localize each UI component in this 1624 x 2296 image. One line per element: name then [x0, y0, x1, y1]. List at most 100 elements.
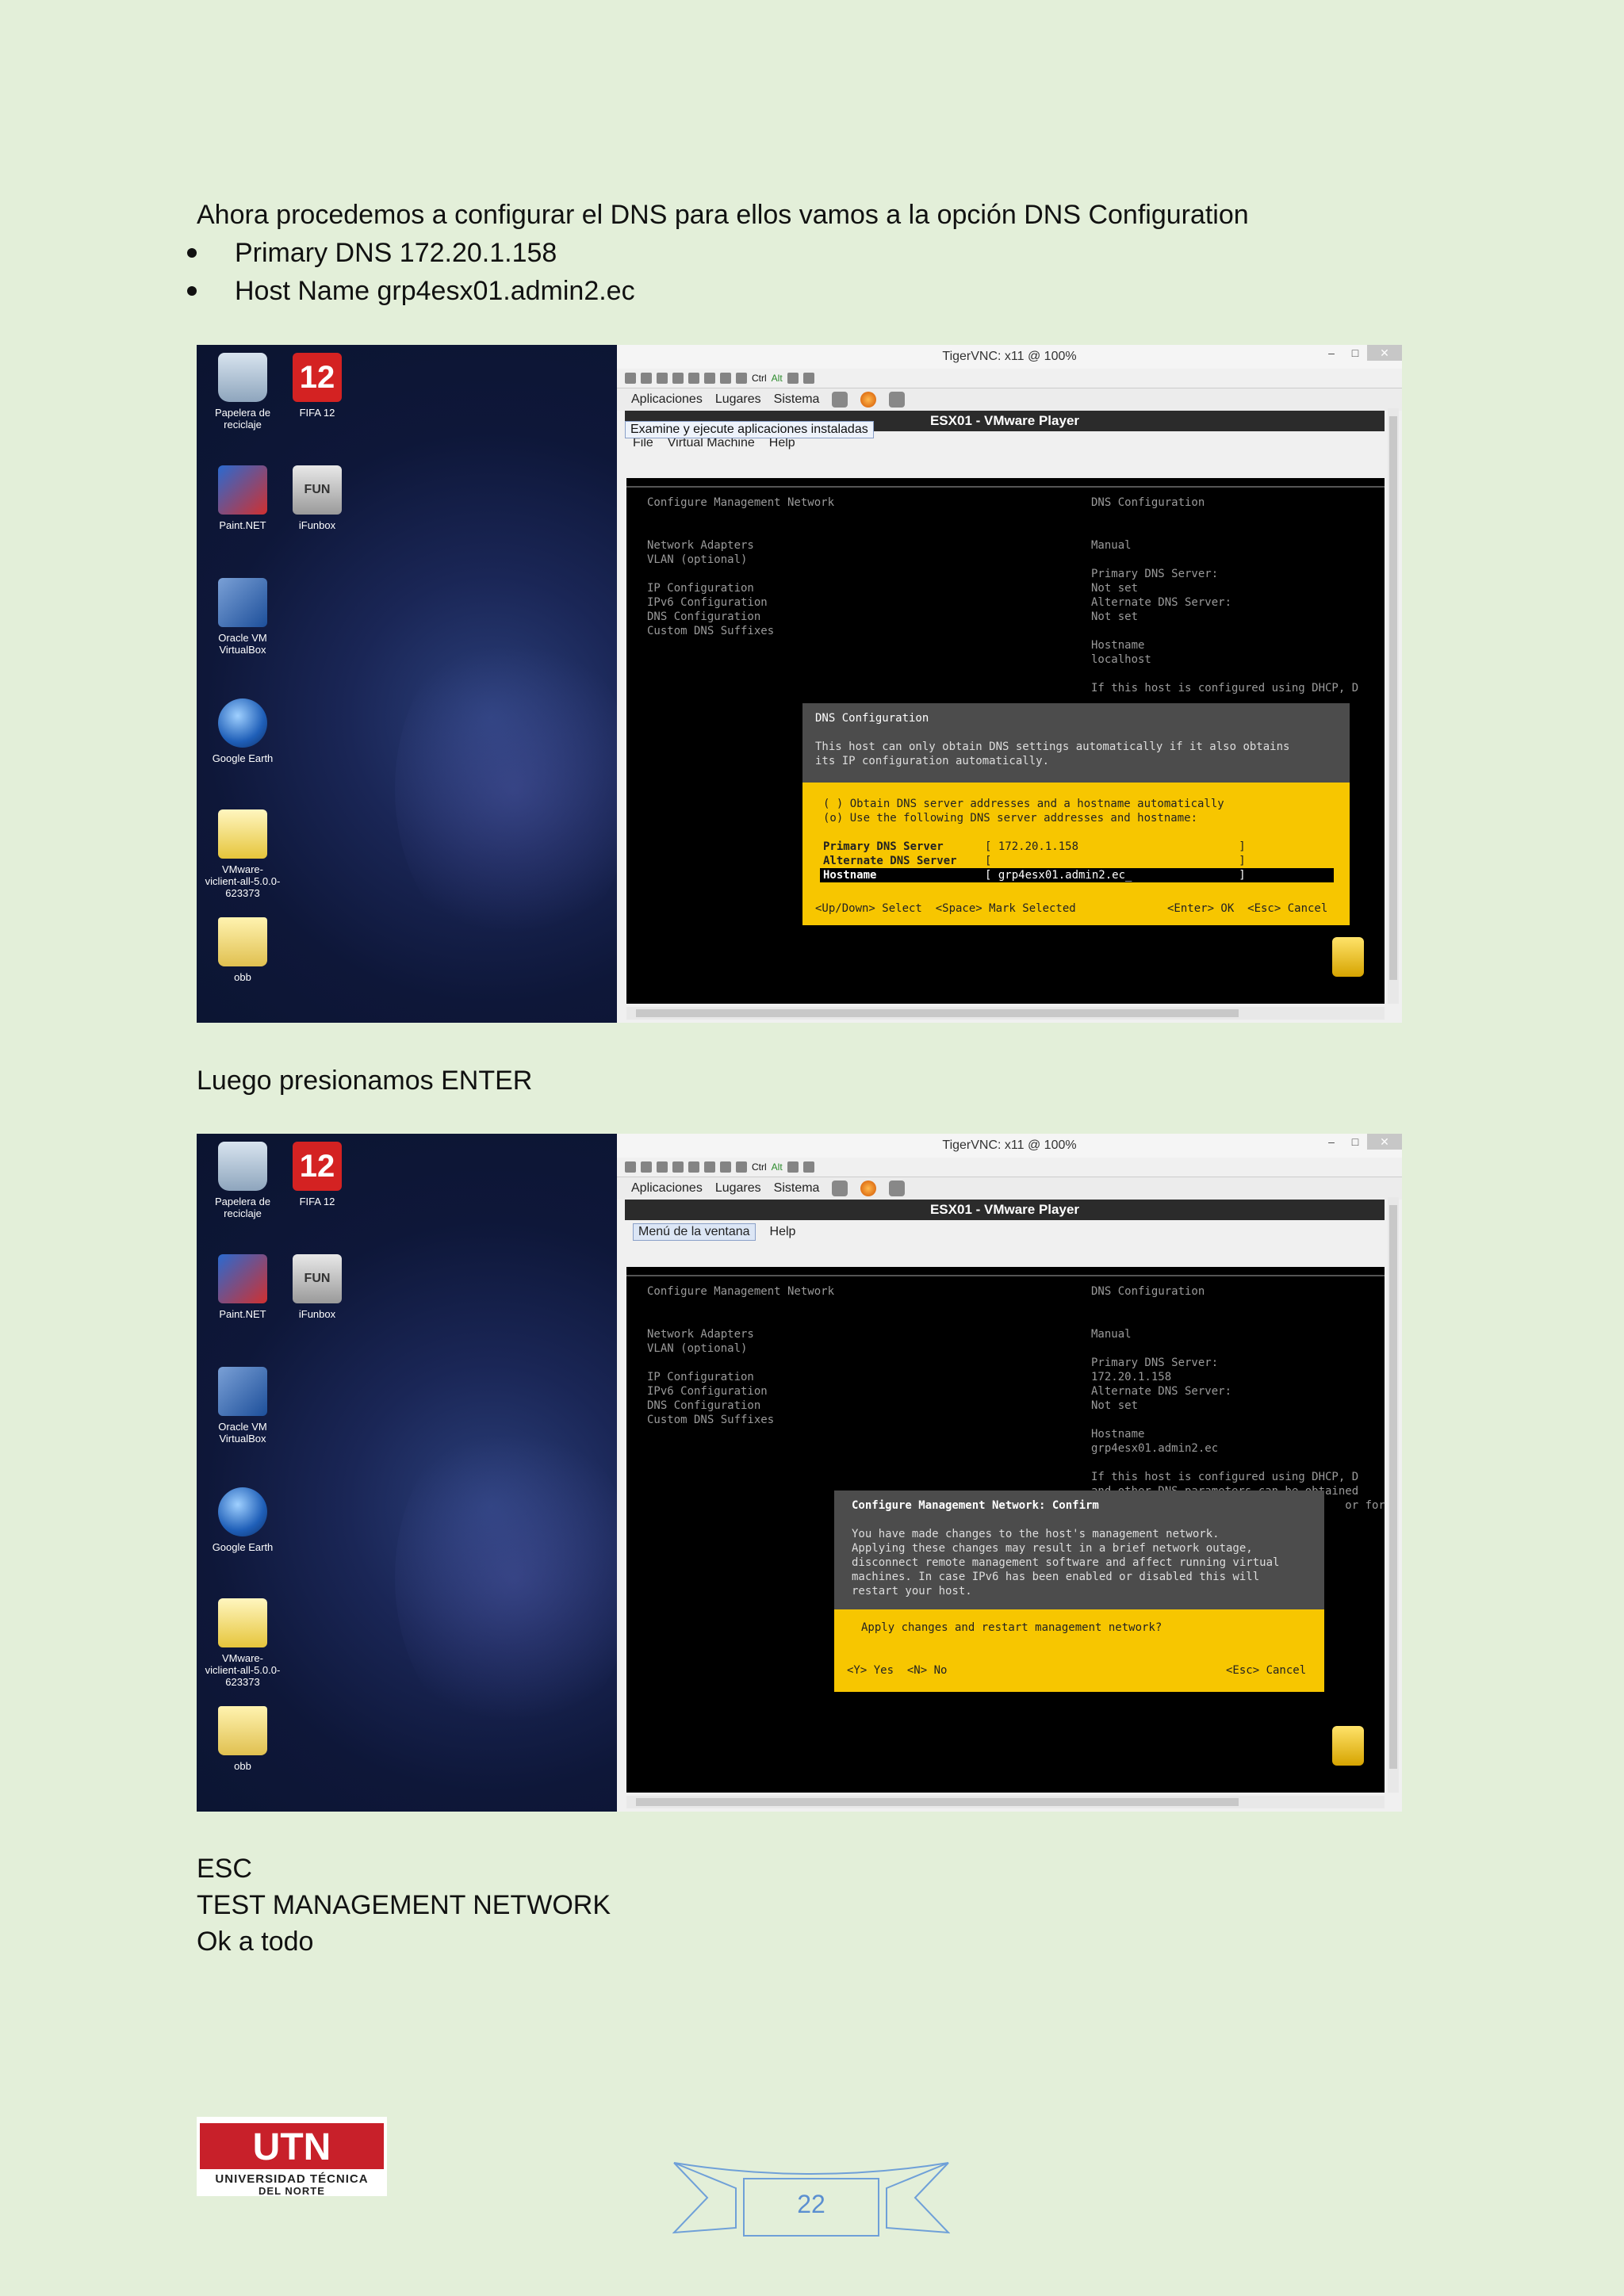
desktop-icon-recycle-bin[interactable]: Papelera de reciclaje	[205, 353, 281, 430]
menu-aplicaciones[interactable]: Aplicaciones	[631, 392, 703, 407]
menu-lugares[interactable]: Lugares	[715, 392, 761, 407]
hostname-field[interactable]: [ grp4esx01.admin2.ec_ ]	[985, 868, 1246, 882]
toolbar-icon[interactable]	[625, 373, 636, 384]
window-title: TigerVNC: x11 @ 100%	[942, 350, 1077, 363]
info-line: Primary DNS Server:	[1091, 1357, 1219, 1369]
toolbar-icon[interactable]	[736, 373, 747, 384]
ctrl-button[interactable]: Ctrl	[752, 1161, 767, 1173]
info-line: grp4esx01.admin2.ec	[1091, 1442, 1219, 1455]
menu-item: IP Configuration	[647, 582, 754, 595]
menu-help[interactable]: Help	[770, 1225, 796, 1239]
info-line: Not set	[1091, 1399, 1139, 1412]
bullet-dot	[187, 286, 197, 296]
zoom-out-icon[interactable]	[704, 373, 715, 384]
toolbar-icon[interactable]	[787, 373, 799, 384]
trash-icon	[218, 353, 267, 402]
firefox-icon[interactable]	[860, 392, 877, 408]
network-icon[interactable]	[889, 1181, 906, 1196]
toolbar-icon[interactable]	[672, 1161, 684, 1173]
ctrl-button[interactable]: Ctrl	[752, 373, 767, 384]
toolbar-icon[interactable]	[736, 1161, 747, 1173]
toolbar-icon[interactable]	[787, 1161, 799, 1173]
tigervnc-window: TigerVNC: x11 @ 100% – □ ✕ Ctrl Alt Aplica…	[617, 1134, 1402, 1812]
menu-aplicaciones[interactable]: Aplicaciones	[631, 1181, 703, 1196]
alt-button[interactable]: Alt	[772, 1161, 783, 1173]
desktop-icon-ifunbox[interactable]: FUN iFunbox	[279, 465, 355, 531]
maximize-icon[interactable]: □	[1343, 345, 1367, 361]
horizontal-scrollbar[interactable]	[626, 1007, 1385, 1020]
desktop-icon-google-earth[interactable]: Google Earth	[205, 698, 281, 764]
desktop-icon-fifa[interactable]: 12 FIFA 12	[279, 1142, 355, 1207]
toolbar-icon[interactable]	[720, 373, 731, 384]
vertical-scrollbar[interactable]	[1388, 408, 1399, 1004]
primary-dns-field[interactable]: [ 172.20.1.158 ]	[985, 840, 1246, 854]
menu-item: Custom DNS Suffixes	[647, 625, 775, 637]
desktop-icon-vmware-client[interactable]: VMware-viclient-all-5.0.0-623373	[205, 1598, 281, 1688]
network-icon[interactable]	[889, 392, 906, 408]
menu-item: Network Adapters	[647, 539, 754, 552]
terminal-icon[interactable]	[832, 1181, 848, 1196]
info-line: Primary DNS Server:	[1091, 568, 1219, 580]
dialog-desc: You have made changes to the host's mana…	[852, 1528, 1220, 1540]
toolbar-icon[interactable]	[657, 1161, 668, 1173]
menu-sistema[interactable]: Sistema	[774, 392, 820, 407]
menu-lugares[interactable]: Lugares	[715, 1181, 761, 1196]
menu-item: Network Adapters	[647, 1328, 754, 1341]
desktop-icon-recycle-bin[interactable]: Papelera de reciclaje	[205, 1142, 281, 1219]
desktop-icon-vmware-client[interactable]: VMware-viclient-all-5.0.0-623373	[205, 809, 281, 899]
desktop-icon-google-earth[interactable]: Google Earth	[205, 1487, 281, 1553]
save-icon[interactable]	[802, 1161, 814, 1173]
toolbar-icon[interactable]	[641, 373, 652, 384]
minimize-icon[interactable]: –	[1320, 1134, 1343, 1150]
zoom-out-icon[interactable]	[704, 1161, 715, 1173]
console-header-left: Configure Management Network	[647, 1285, 835, 1298]
menu-sistema[interactable]: Sistema	[774, 1181, 820, 1196]
maximize-icon[interactable]: □	[1343, 1134, 1367, 1150]
radio-option-auto[interactable]: ( ) Obtain DNS server addresses and a ho…	[823, 797, 1224, 811]
paint-icon	[218, 1254, 267, 1303]
screenshot-dns-configuration: Papelera de reciclaje 12 FIFA 12 Paint.NE…	[197, 345, 1402, 1023]
desktop-icon-obb[interactable]: obb	[205, 1706, 281, 1772]
desktop-icon-paintnet[interactable]: Paint.NET	[205, 465, 281, 531]
close-icon[interactable]: ✕	[1367, 1134, 1402, 1150]
window-title: TigerVNC: x11 @ 100%	[942, 1138, 1077, 1152]
bullet-text: Primary DNS 172.20.1.158	[235, 238, 557, 268]
confirm-dialog-header: Configure Management Network: Confirm Yo…	[834, 1490, 1324, 1609]
desktop-icon-paintnet[interactable]: Paint.NET	[205, 1254, 281, 1320]
close-icon[interactable]: ✕	[1367, 345, 1402, 361]
save-icon[interactable]	[802, 373, 814, 384]
radio-option-manual[interactable]: (o) Use the following DNS server address…	[823, 811, 1197, 825]
dialog-footer-actions[interactable]: <Enter> OK <Esc> Cancel	[1167, 901, 1327, 916]
logo-text-line1: UNIVERSIDAD TÉCNICA	[215, 2172, 369, 2186]
toolbar-icon[interactable]	[625, 1161, 636, 1173]
dns-config-dialog-body: ( ) Obtain DNS server addresses and a ho…	[802, 783, 1350, 894]
alternate-dns-field[interactable]: [ ]	[985, 854, 1246, 868]
info-line: Hostname	[1091, 1428, 1145, 1441]
terminal-icon[interactable]	[832, 392, 848, 408]
toolbar-icon[interactable]	[720, 1161, 731, 1173]
window-menu-button[interactable]: Menú de la ventana	[633, 1223, 756, 1241]
zoom-in-icon[interactable]	[688, 373, 699, 384]
logo-text-line2: DEL NORTE	[259, 2185, 325, 2197]
alternate-dns-label: Alternate DNS Server	[823, 855, 957, 867]
yes-no-keys[interactable]: <Y> Yes <N> No	[847, 1663, 947, 1678]
alt-button[interactable]: Alt	[772, 373, 783, 384]
desktop-icon-obb[interactable]: obb	[205, 917, 281, 983]
zoom-in-icon[interactable]	[688, 1161, 699, 1173]
toolbar-icon[interactable]	[641, 1161, 652, 1173]
firefox-icon[interactable]	[860, 1181, 877, 1196]
vnc-titlebar: TigerVNC: x11 @ 100% – □ ✕	[617, 345, 1402, 369]
horizontal-scrollbar[interactable]	[626, 1796, 1385, 1808]
vertical-scrollbar[interactable]	[1388, 1197, 1399, 1793]
toolbar-icon[interactable]	[672, 373, 684, 384]
desktop-icon-ifunbox[interactable]: FUN iFunbox	[279, 1254, 355, 1320]
desktop-icon-virtualbox[interactable]: Oracle VM VirtualBox	[205, 1367, 281, 1445]
paragraph-ok: Ok a todo	[197, 1927, 314, 1957]
desktop-icon-fifa[interactable]: 12 FIFA 12	[279, 353, 355, 419]
confirm-question: Apply changes and restart management net…	[861, 1621, 1162, 1634]
desktop-icon-virtualbox[interactable]: Oracle VM VirtualBox	[205, 578, 281, 656]
toolbar-icon[interactable]	[657, 373, 668, 384]
minimize-icon[interactable]: –	[1320, 345, 1343, 361]
cancel-key[interactable]: <Esc> Cancel	[1226, 1663, 1306, 1678]
menu-item: VLAN (optional)	[647, 553, 748, 566]
